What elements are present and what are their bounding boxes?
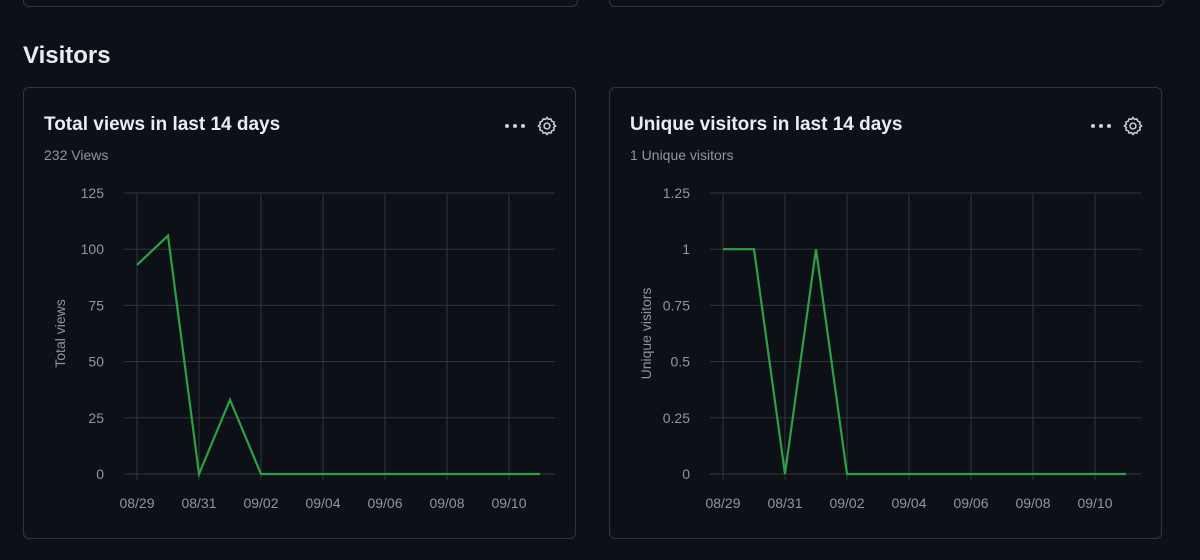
- data-point: [814, 247, 818, 251]
- x-tick-label: 09/02: [829, 495, 864, 511]
- y-tick-label: 1.25: [663, 185, 690, 201]
- data-point: [876, 472, 880, 476]
- data-point: [938, 472, 942, 476]
- x-tick-label: 09/04: [305, 495, 340, 511]
- data-point: [166, 234, 170, 238]
- y-tick-label: 0.75: [663, 297, 690, 313]
- data-point: [414, 472, 418, 476]
- y-tick-label: 25: [88, 410, 104, 426]
- data-point: [228, 398, 232, 402]
- data-point: [1093, 472, 1097, 476]
- x-tick-label: 08/29: [705, 495, 740, 511]
- y-tick-label: 1: [682, 241, 690, 257]
- data-point: [721, 247, 725, 251]
- data-point: [1124, 472, 1128, 476]
- y-tick-label: 0: [682, 466, 690, 482]
- data-point: [1000, 472, 1004, 476]
- y-tick-label: 75: [88, 297, 104, 313]
- data-point: [197, 472, 201, 476]
- data-point: [907, 472, 911, 476]
- data-point: [969, 472, 973, 476]
- data-point: [507, 472, 511, 476]
- x-tick-label: 08/31: [767, 495, 802, 511]
- data-point: [445, 472, 449, 476]
- data-point: [383, 472, 387, 476]
- data-point: [1031, 472, 1035, 476]
- data-point: [752, 247, 756, 251]
- y-tick-label: 100: [81, 241, 105, 257]
- y-tick-label: 50: [88, 354, 104, 370]
- data-point: [135, 263, 139, 267]
- x-tick-label: 09/10: [1077, 495, 1112, 511]
- x-tick-label: 08/29: [119, 495, 154, 511]
- total-views-card: Total views in last 14 days 232 Views 02…: [23, 87, 576, 539]
- series-line: [136, 233, 540, 479]
- section-title: Visitors: [23, 42, 111, 69]
- data-point: [1062, 472, 1066, 476]
- y-tick-label: 0.5: [671, 354, 691, 370]
- data-point: [538, 472, 542, 476]
- unique-visitors-chart: 0 0.25 0.5 0.75 1 1.25 08/29 08/31 09/02 09/04 09/…: [638, 185, 1141, 511]
- data-point: [352, 472, 356, 476]
- y-axis-label: Unique visitors: [638, 288, 654, 380]
- data-point: [290, 472, 294, 476]
- total-views-chart: 0 25 50 75 100 125 08/29 08/31 09/02 09/04 09/06 09…: [52, 185, 555, 511]
- y-tick-label: 0: [96, 466, 104, 482]
- x-tick-label: 09/10: [491, 495, 526, 511]
- x-tick-label: 09/02: [243, 495, 278, 511]
- y-tick-label: 125: [81, 185, 105, 201]
- data-point: [845, 472, 849, 476]
- x-tick-label: 09/06: [953, 495, 988, 511]
- previous-card-right: [609, 0, 1164, 7]
- x-tick-label: 09/08: [1015, 495, 1050, 511]
- data-point: [476, 472, 480, 476]
- data-point: [321, 472, 325, 476]
- x-tick-label: 09/04: [891, 495, 926, 511]
- y-axis-label: Total views: [52, 299, 68, 367]
- data-point: [259, 472, 263, 476]
- unique-visitors-card: Unique visitors in last 14 days 1 Unique…: [609, 87, 1162, 539]
- previous-card-left: [23, 0, 578, 7]
- y-tick-label: 0.25: [663, 410, 690, 426]
- x-tick-label: 08/31: [181, 495, 216, 511]
- x-tick-label: 09/06: [367, 495, 402, 511]
- x-tick-label: 09/08: [429, 495, 464, 511]
- data-point: [783, 472, 787, 476]
